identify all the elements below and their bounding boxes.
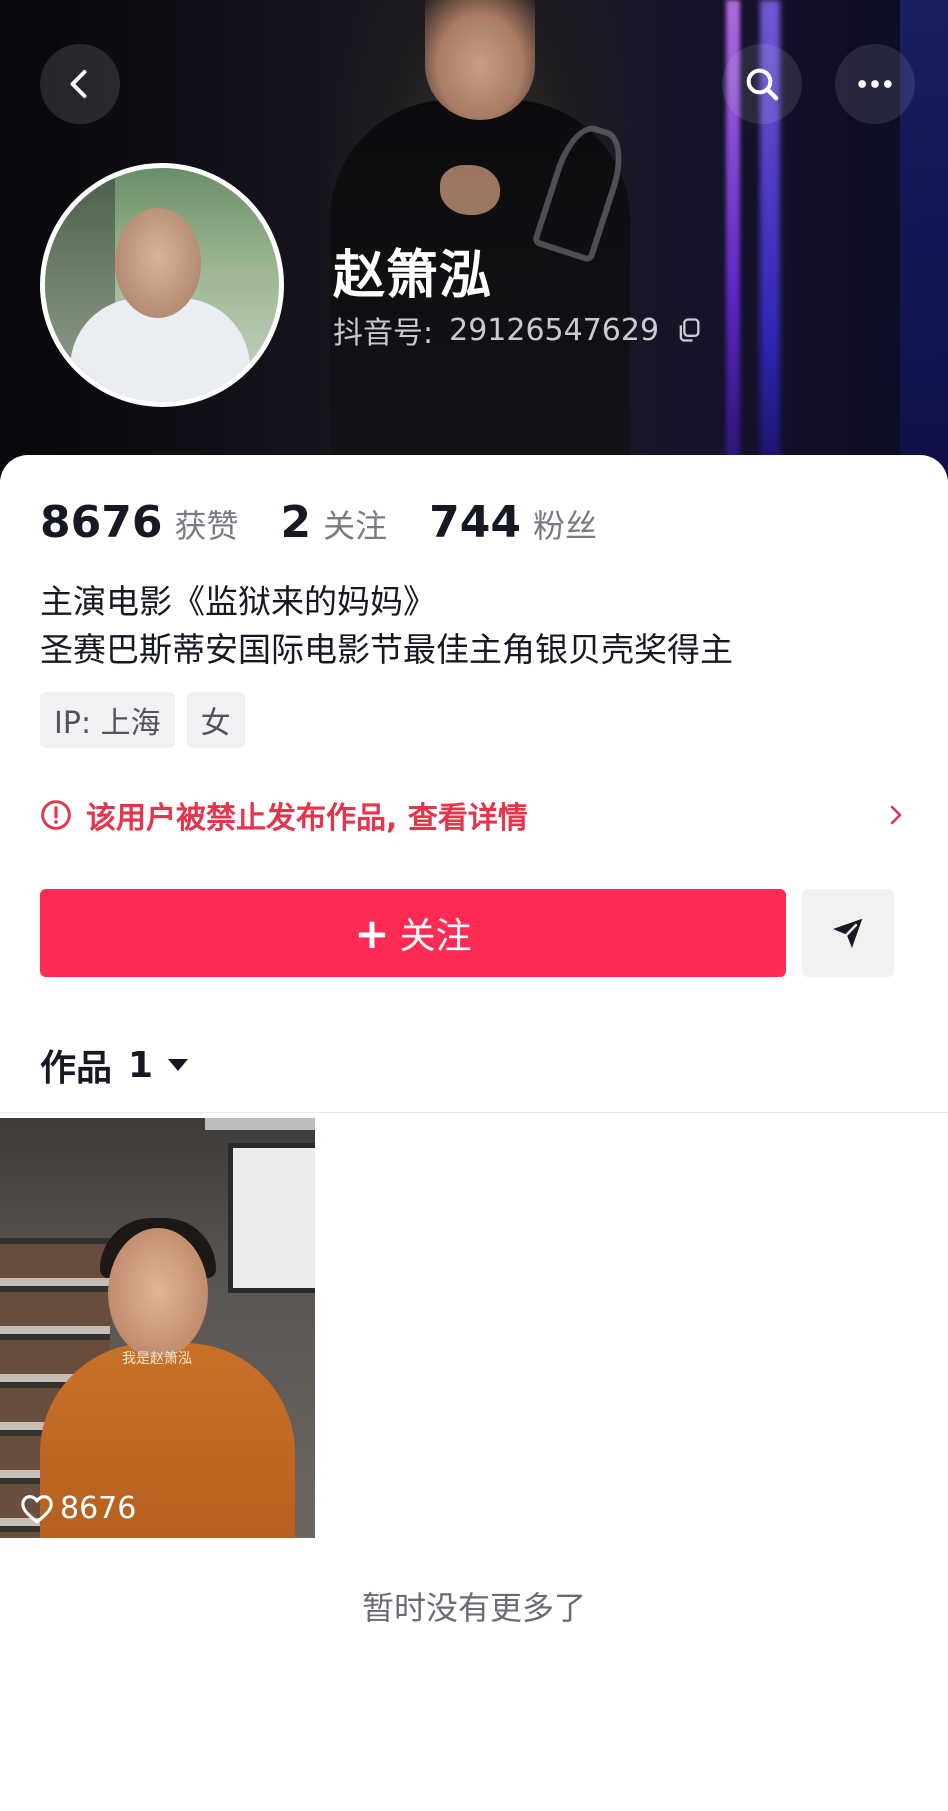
- video-thumbnail[interactable]: 我是赵箫泓 8676: [0, 1118, 315, 1538]
- video-likes: 8676: [20, 1491, 136, 1526]
- stat-value: 8676: [40, 497, 163, 548]
- ban-notice-text: 该用户被禁止发布作品, 查看详情: [86, 801, 528, 836]
- works-count: 1: [128, 1044, 154, 1086]
- thumb-person-head: [108, 1228, 208, 1358]
- no-more-text: 暂时没有更多了: [361, 1589, 586, 1627]
- profile-bio: 主演电影《监狱来的妈妈》 圣赛巴斯蒂安国际电影节最佳主角银贝壳奖得主: [40, 578, 733, 674]
- banner-figure-hand: [440, 165, 500, 215]
- avatar[interactable]: [40, 163, 284, 407]
- divider: [0, 1112, 948, 1113]
- thumb-decor: [205, 1118, 315, 1130]
- copy-icon[interactable]: [675, 316, 703, 344]
- search-icon: [746, 68, 779, 101]
- search-button[interactable]: [722, 44, 802, 124]
- heart-icon: [21, 1494, 53, 1523]
- stat-likes[interactable]: 8676 获赞: [40, 497, 238, 548]
- send-icon: [832, 918, 863, 949]
- works-label: 作品: [40, 1048, 113, 1089]
- profile-stats: 8676 获赞 2 关注 744 粉丝: [40, 497, 639, 548]
- video-like-count: 8676: [60, 1491, 137, 1526]
- caret-down-icon: [168, 1059, 189, 1071]
- share-button[interactable]: [802, 889, 894, 977]
- video-caption: 我是赵箫泓: [122, 1351, 192, 1367]
- alert-circle-icon: [41, 800, 71, 830]
- chevron-left-icon: [70, 70, 87, 98]
- profile-tags: IP: 上海 女: [40, 692, 245, 748]
- douyin-id-label: 抖音号:: [333, 316, 434, 351]
- bio-line: 圣赛巴斯蒂安国际电影节最佳主角银贝壳奖得主: [40, 630, 733, 669]
- stat-label: 获赞: [174, 507, 239, 545]
- stat-value: 2: [280, 497, 312, 548]
- ban-notice[interactable]: 该用户被禁止发布作品, 查看详情: [40, 790, 908, 840]
- avatar-face: [115, 208, 201, 318]
- thumb-certificate-frame: [228, 1143, 315, 1293]
- profile-card: 8676 获赞 2 关注 744 粉丝 主演电影《监狱来的妈妈》 圣赛巴斯蒂安国…: [0, 455, 948, 1811]
- banner-figure-head: [425, 0, 535, 120]
- bio-line: 主演电影《监狱来的妈妈》: [40, 582, 436, 621]
- stat-following[interactable]: 2 关注: [280, 497, 387, 548]
- more-button[interactable]: [835, 44, 915, 124]
- plus-icon: +: [354, 908, 390, 958]
- stat-label: 关注: [323, 507, 388, 545]
- stat-followers[interactable]: 744 粉丝: [429, 497, 597, 548]
- douyin-id: 抖音号: 29126547629: [333, 308, 703, 352]
- douyin-id-value: 29126547629: [449, 312, 660, 348]
- follow-button-label: 关注: [399, 916, 472, 957]
- ip-location-tag: IP: 上海: [40, 692, 175, 748]
- more-horizontal-icon: [858, 80, 892, 88]
- back-button[interactable]: [40, 44, 120, 124]
- gender-tag: 女: [186, 692, 245, 748]
- works-tab[interactable]: 作品 1: [40, 1039, 189, 1091]
- stat-label: 粉丝: [532, 507, 597, 545]
- stat-value: 744: [429, 497, 521, 548]
- profile-name: 赵箫泓: [333, 246, 493, 306]
- follow-button[interactable]: + 关注: [40, 889, 786, 977]
- chevron-right-icon: [890, 805, 902, 825]
